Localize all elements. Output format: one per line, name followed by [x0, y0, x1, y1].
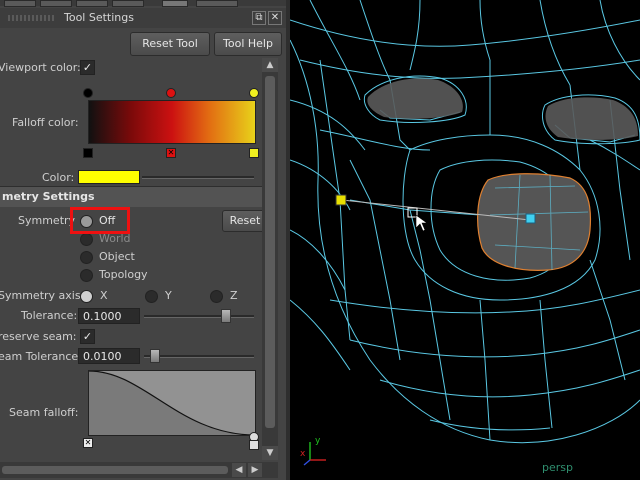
symmetry-axis-label: Symmetry axis:: [0, 289, 85, 302]
right-eye-shape: [545, 97, 638, 140]
symmetry-topology-label[interactable]: Topology: [99, 268, 148, 281]
gradient-handle-yellow[interactable]: [249, 148, 259, 158]
symmetry-object-radio[interactable]: [80, 251, 93, 264]
toolbar-tab[interactable]: [196, 0, 238, 7]
symmetry-handle-yellow[interactable]: [335, 194, 347, 206]
move-manipulator-icon[interactable]: [407, 207, 418, 218]
axis-y-radio[interactable]: [145, 290, 158, 303]
falloff-key-start[interactable]: ✕: [83, 438, 93, 448]
gradient-stop-yellow[interactable]: [249, 88, 259, 98]
symmetry-section-title: metry Settings: [2, 190, 95, 203]
scroll-left-icon[interactable]: ◀: [232, 463, 246, 477]
horizontal-scrollbar[interactable]: ◀ ▶: [0, 462, 278, 478]
axis-z-label[interactable]: Z: [230, 289, 238, 302]
seam-falloff-curve-editor[interactable]: [88, 370, 256, 436]
tool-help-button[interactable]: Tool Help: [214, 32, 282, 56]
axis-y-letter: y: [315, 436, 321, 446]
falloff-key-end[interactable]: [249, 440, 259, 450]
panel-title: Tool Settings: [64, 11, 134, 24]
toolbar-tab[interactable]: [76, 0, 108, 7]
camera-label: persp: [542, 461, 573, 474]
tool-settings-content: Viewport color: ✓ Falloff color: ✕ Color…: [0, 58, 262, 460]
seam-tolerance-slider-handle[interactable]: [150, 349, 160, 363]
axis-z-radio[interactable]: [210, 290, 223, 303]
symmetry-section-header[interactable]: metry Settings: [0, 186, 262, 207]
mouse-cursor-icon: [415, 214, 428, 232]
tool-settings-panel: Tool Settings ⧉ ✕ Reset Tool Tool Help V…: [0, 0, 286, 480]
preserve-seam-label: reserve seam:: [0, 330, 77, 343]
falloff-curve-graph: [88, 370, 256, 436]
preserve-seam-checkbox[interactable]: ✓: [80, 329, 95, 344]
symmetry-world-radio[interactable]: [80, 233, 93, 246]
seam-tolerance-slider[interactable]: [144, 355, 254, 358]
drag-grip-icon[interactable]: [8, 15, 56, 21]
vertical-scrollbar[interactable]: ▲ ▼: [262, 58, 278, 460]
symmetry-off-highlight: [70, 207, 130, 234]
symmetry-label: Symmetry: [18, 214, 76, 227]
wireframe-mesh: y x: [290, 0, 640, 466]
color-swatch[interactable]: [78, 170, 140, 184]
gradient-stop-black[interactable]: [83, 88, 93, 98]
left-eye-shape: [367, 78, 463, 119]
seam-tolerance-field[interactable]: 0.0100: [78, 348, 140, 364]
seam-falloff-label: Seam falloff:: [9, 406, 79, 419]
toolbar-tab[interactable]: [40, 0, 72, 7]
toolbar-tab-active[interactable]: [162, 0, 188, 7]
symmetry-topology-radio[interactable]: [80, 269, 93, 282]
symmetry-reset-button[interactable]: Reset: [222, 210, 262, 232]
tolerance-label: Tolerance:: [21, 309, 78, 322]
viewport-color-label: Viewport color:: [0, 61, 81, 74]
reset-tool-button[interactable]: Reset Tool: [130, 32, 210, 56]
axis-x-radio[interactable]: [80, 290, 93, 303]
toolbar-tab[interactable]: [4, 0, 36, 7]
scroll-right-icon[interactable]: ▶: [248, 463, 262, 477]
axis-x-letter: x: [300, 449, 306, 459]
falloff-color-label: Falloff color:: [12, 116, 79, 129]
toolbar-tab[interactable]: [112, 0, 144, 7]
scroll-down-icon[interactable]: ▼: [262, 446, 278, 460]
close-icon[interactable]: ✕: [268, 11, 282, 25]
axis-y-label[interactable]: Y: [165, 289, 172, 302]
color-slider[interactable]: [142, 176, 254, 179]
viewport-color-checkbox[interactable]: ✓: [80, 60, 95, 75]
top-toolbar-strip: [0, 0, 286, 7]
vertical-scroll-thumb[interactable]: [265, 76, 275, 428]
axis-x-label[interactable]: X: [100, 289, 108, 302]
tolerance-field[interactable]: 0.1000: [78, 308, 140, 324]
horizontal-scroll-thumb[interactable]: [2, 466, 228, 474]
symmetry-handle-cyan[interactable]: [525, 213, 536, 224]
gradient-handle-red[interactable]: ✕: [166, 148, 176, 158]
panel-titlebar: Tool Settings ⧉ ✕: [0, 8, 286, 28]
falloff-color-gradient[interactable]: [88, 100, 256, 144]
seam-tolerance-label: eam Tolerance:: [0, 350, 82, 363]
tolerance-slider-handle[interactable]: [221, 309, 231, 323]
tolerance-slider[interactable]: [144, 315, 254, 318]
float-window-icon[interactable]: ⧉: [252, 11, 266, 25]
scroll-up-icon[interactable]: ▲: [262, 58, 278, 72]
persp-viewport[interactable]: y x persp: [290, 0, 640, 480]
color-label: Color:: [42, 171, 75, 184]
gradient-stop-red[interactable]: [166, 88, 176, 98]
gradient-handle-black[interactable]: [83, 148, 93, 158]
symmetry-object-label[interactable]: Object: [99, 250, 135, 263]
